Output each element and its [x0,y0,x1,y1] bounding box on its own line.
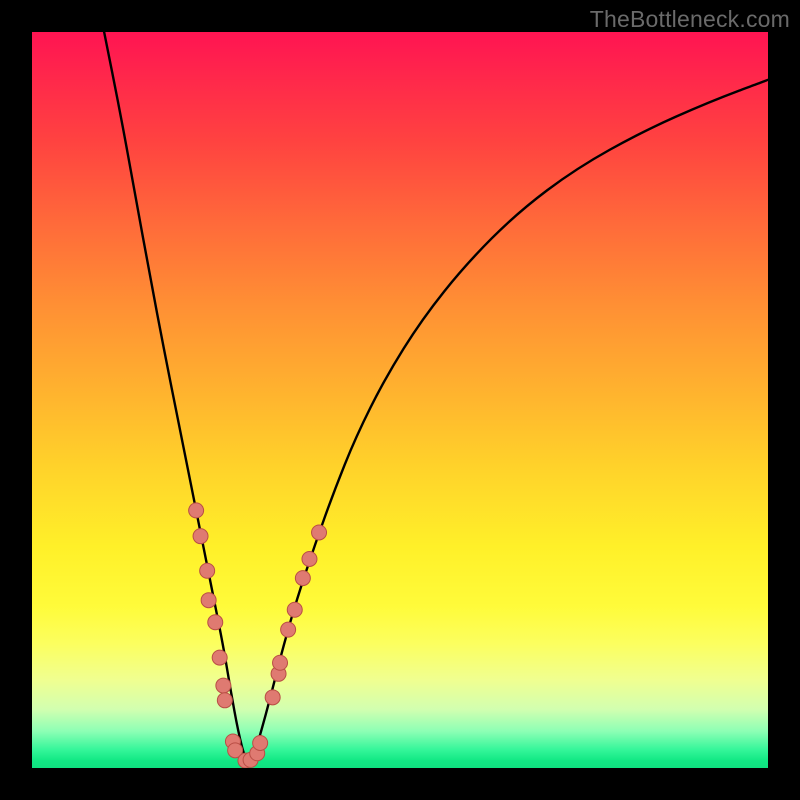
scatter-points [189,503,327,768]
scatter-dot [201,593,216,608]
bottleneck-curve [104,32,768,760]
scatter-dot [295,571,310,586]
scatter-dot [265,690,280,705]
scatter-dot [287,602,302,617]
scatter-dot [273,655,288,670]
scatter-dot [253,735,268,750]
scatter-dot [212,650,227,665]
watermark-text: TheBottleneck.com [590,6,790,33]
chart-svg [32,32,768,768]
plot-area [32,32,768,768]
scatter-dot [189,503,204,518]
scatter-dot [217,693,232,708]
chart-frame: TheBottleneck.com [0,0,800,800]
scatter-dot [208,615,223,630]
scatter-dot [281,622,296,637]
scatter-dot [302,551,317,566]
scatter-dot [193,529,208,544]
scatter-dot [216,678,231,693]
scatter-dot [200,563,215,578]
scatter-dot [312,525,327,540]
